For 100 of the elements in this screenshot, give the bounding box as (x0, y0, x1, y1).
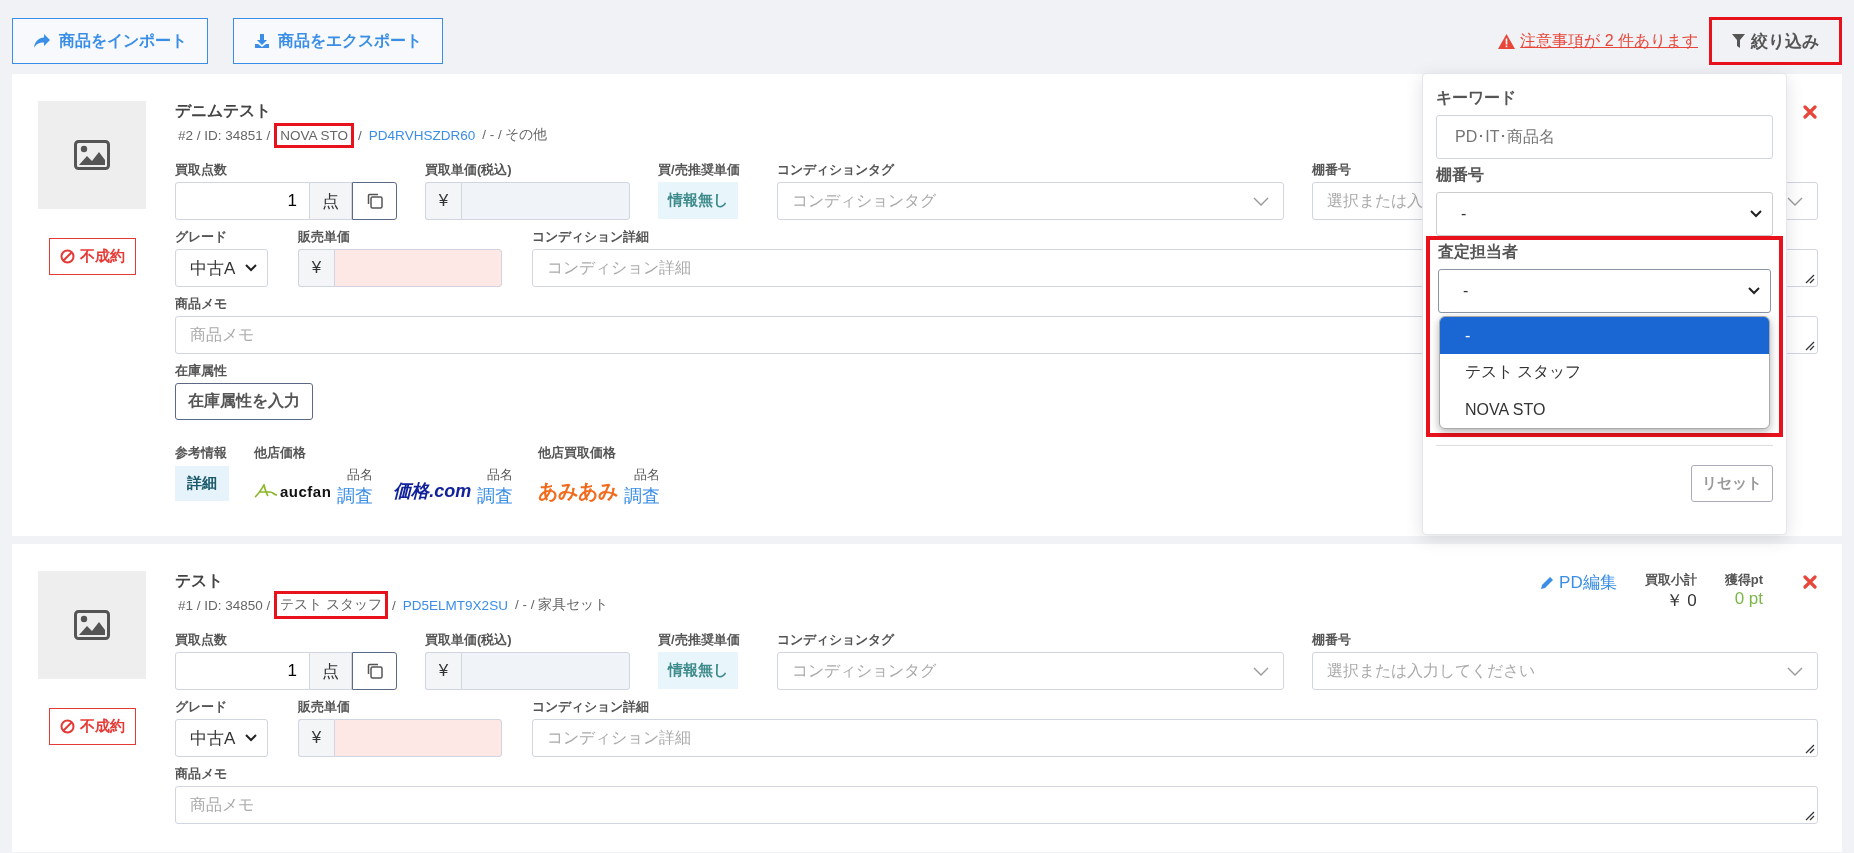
keyword-field[interactable]: PD･IT･商品名 (1436, 115, 1773, 159)
shelf-select[interactable]: 選択または入力してください (1311, 652, 1818, 690)
copy-button[interactable] (352, 652, 397, 690)
field-label: 買取点数 (175, 631, 227, 649)
grade-select[interactable]: 中古A (175, 719, 268, 757)
prohibited-icon (59, 249, 75, 264)
edit-link[interactable]: PD編集 (1540, 571, 1617, 594)
condition-tag-select[interactable]: コンディションタグ (777, 182, 1284, 220)
dropdown-option[interactable]: テスト スタッフ (1440, 354, 1769, 391)
field-label: 販売単価 (298, 698, 350, 716)
warning-link[interactable]: 注意事項が 2 件あります (1498, 30, 1698, 52)
condition-detail-field[interactable]: コンディション詳細 (532, 719, 1818, 757)
item-meta: / (391, 596, 397, 615)
download-icon (254, 33, 270, 49)
field-label: 在庫属性 (175, 362, 227, 380)
field-label: 買取単価(税込) (425, 631, 512, 649)
chevron-down-icon (1787, 666, 1803, 676)
cancel-button[interactable]: 不成約 (48, 708, 136, 745)
pencil-icon (1540, 575, 1555, 590)
resize-handle-icon[interactable] (1805, 274, 1815, 284)
item-title: デニムテスト (175, 101, 272, 121)
detail-button[interactable]: 詳細 (175, 466, 229, 501)
research-link[interactable]: 調査 (624, 484, 661, 508)
item-meta: / - / その他 (481, 126, 549, 144)
share-icon (33, 33, 51, 49)
item-title: テスト (175, 571, 224, 591)
staff-name: テスト スタッフ (274, 591, 389, 619)
subtotal-value: ￥ 0 (1665, 590, 1697, 612)
field-label: コンディション詳細 (532, 698, 649, 716)
copy-button[interactable] (352, 182, 397, 220)
stock-attribute-button[interactable]: 在庫属性を入力 (175, 383, 313, 420)
item-meta: #1 / ID: 34850 / (177, 596, 272, 615)
import-button[interactable]: 商品をインポート (12, 18, 208, 64)
image-icon (74, 610, 110, 640)
unit-label: 点 (310, 182, 352, 220)
points-label: 獲得pt (1724, 571, 1763, 589)
sale-price-field[interactable] (334, 249, 502, 287)
field-label: 棚番号 (1311, 161, 1351, 179)
filter-button[interactable]: 絞り込み (1709, 17, 1842, 65)
quantity-field[interactable]: 1 (175, 182, 310, 220)
chevron-down-icon (1252, 196, 1269, 206)
swirl-icon (254, 484, 278, 498)
field-label: コンディション詳細 (532, 228, 649, 246)
field-label: 参考情報 (175, 444, 227, 462)
buy-price-field[interactable] (461, 182, 630, 220)
buy-price-field[interactable] (461, 652, 630, 690)
field-label: 棚番号 (1436, 165, 1484, 185)
recommended-price-badge: 情報無し (658, 652, 738, 689)
currency-label: ¥ (298, 719, 334, 757)
currency-label: ¥ (425, 182, 461, 220)
resize-handle-icon[interactable] (1805, 811, 1815, 821)
kakaku-logo[interactable]: 価格.com (393, 478, 472, 504)
chevron-down-icon (245, 734, 257, 742)
unit-label: 点 (310, 652, 352, 690)
filter-icon (1732, 34, 1745, 48)
resize-handle-icon[interactable] (1805, 744, 1815, 754)
condition-tag-select[interactable]: コンディションタグ (777, 652, 1284, 690)
item-meta: / (357, 126, 363, 145)
close-icon[interactable] (1803, 575, 1817, 589)
assessor-select[interactable]: - (1438, 269, 1771, 313)
item-meta: #2 / ID: 34851 / (177, 126, 272, 145)
field-label: 買/売推奨単価 (658, 631, 740, 649)
product-code-link[interactable]: PD5ELMT9X2SU (402, 597, 508, 613)
grade-select[interactable]: 中古A (175, 249, 268, 287)
dropdown-option[interactable]: NOVA STO (1440, 391, 1769, 428)
logo-text: aucfan (280, 482, 332, 500)
product-code-link[interactable]: PD4RVHSZDR60 (368, 127, 476, 143)
sale-price-field[interactable] (334, 719, 502, 757)
image-icon (74, 140, 110, 170)
copy-icon (365, 192, 384, 210)
dropdown-option[interactable]: - (1440, 317, 1769, 354)
item-meta: / - / 家具セット (513, 596, 610, 614)
export-button[interactable]: 商品をエクスポート (233, 18, 443, 64)
field-label: コンディションタグ (777, 161, 894, 179)
chevron-down-icon (1787, 196, 1803, 206)
field-label: コンディションタグ (777, 631, 894, 649)
field-label: グレード (175, 228, 227, 246)
field-label: 買取単価(税込) (425, 161, 512, 179)
field-label: 商品メモ (175, 295, 227, 313)
resize-handle-icon[interactable] (1805, 341, 1815, 351)
research-link[interactable]: 調査 (477, 484, 514, 508)
reset-button[interactable]: リセット (1691, 465, 1773, 502)
field-label: 棚番号 (1311, 631, 1351, 649)
amiami-logo[interactable]: あみあみ (538, 478, 619, 504)
memo-field[interactable]: 商品メモ (175, 786, 1818, 824)
chevron-down-icon (245, 264, 257, 272)
close-icon[interactable] (1803, 105, 1817, 119)
quantity-field[interactable]: 1 (175, 652, 310, 690)
field-label: 買取点数 (175, 161, 227, 179)
field-label: 買/売推奨単価 (658, 161, 740, 179)
research-link[interactable]: 調査 (337, 484, 374, 508)
points-value: 0 pt (1734, 589, 1763, 609)
shelf-select[interactable]: - (1436, 192, 1773, 236)
aucfan-logo[interactable]: aucfan (254, 478, 332, 504)
cancel-button[interactable]: 不成約 (48, 238, 136, 275)
staff-name: NOVA STO (274, 122, 355, 148)
prohibited-icon (59, 719, 75, 734)
chevron-down-icon (1750, 210, 1762, 218)
subtotal-label: 買取小計 (1644, 571, 1697, 589)
site-caption: 品名 (634, 466, 661, 484)
